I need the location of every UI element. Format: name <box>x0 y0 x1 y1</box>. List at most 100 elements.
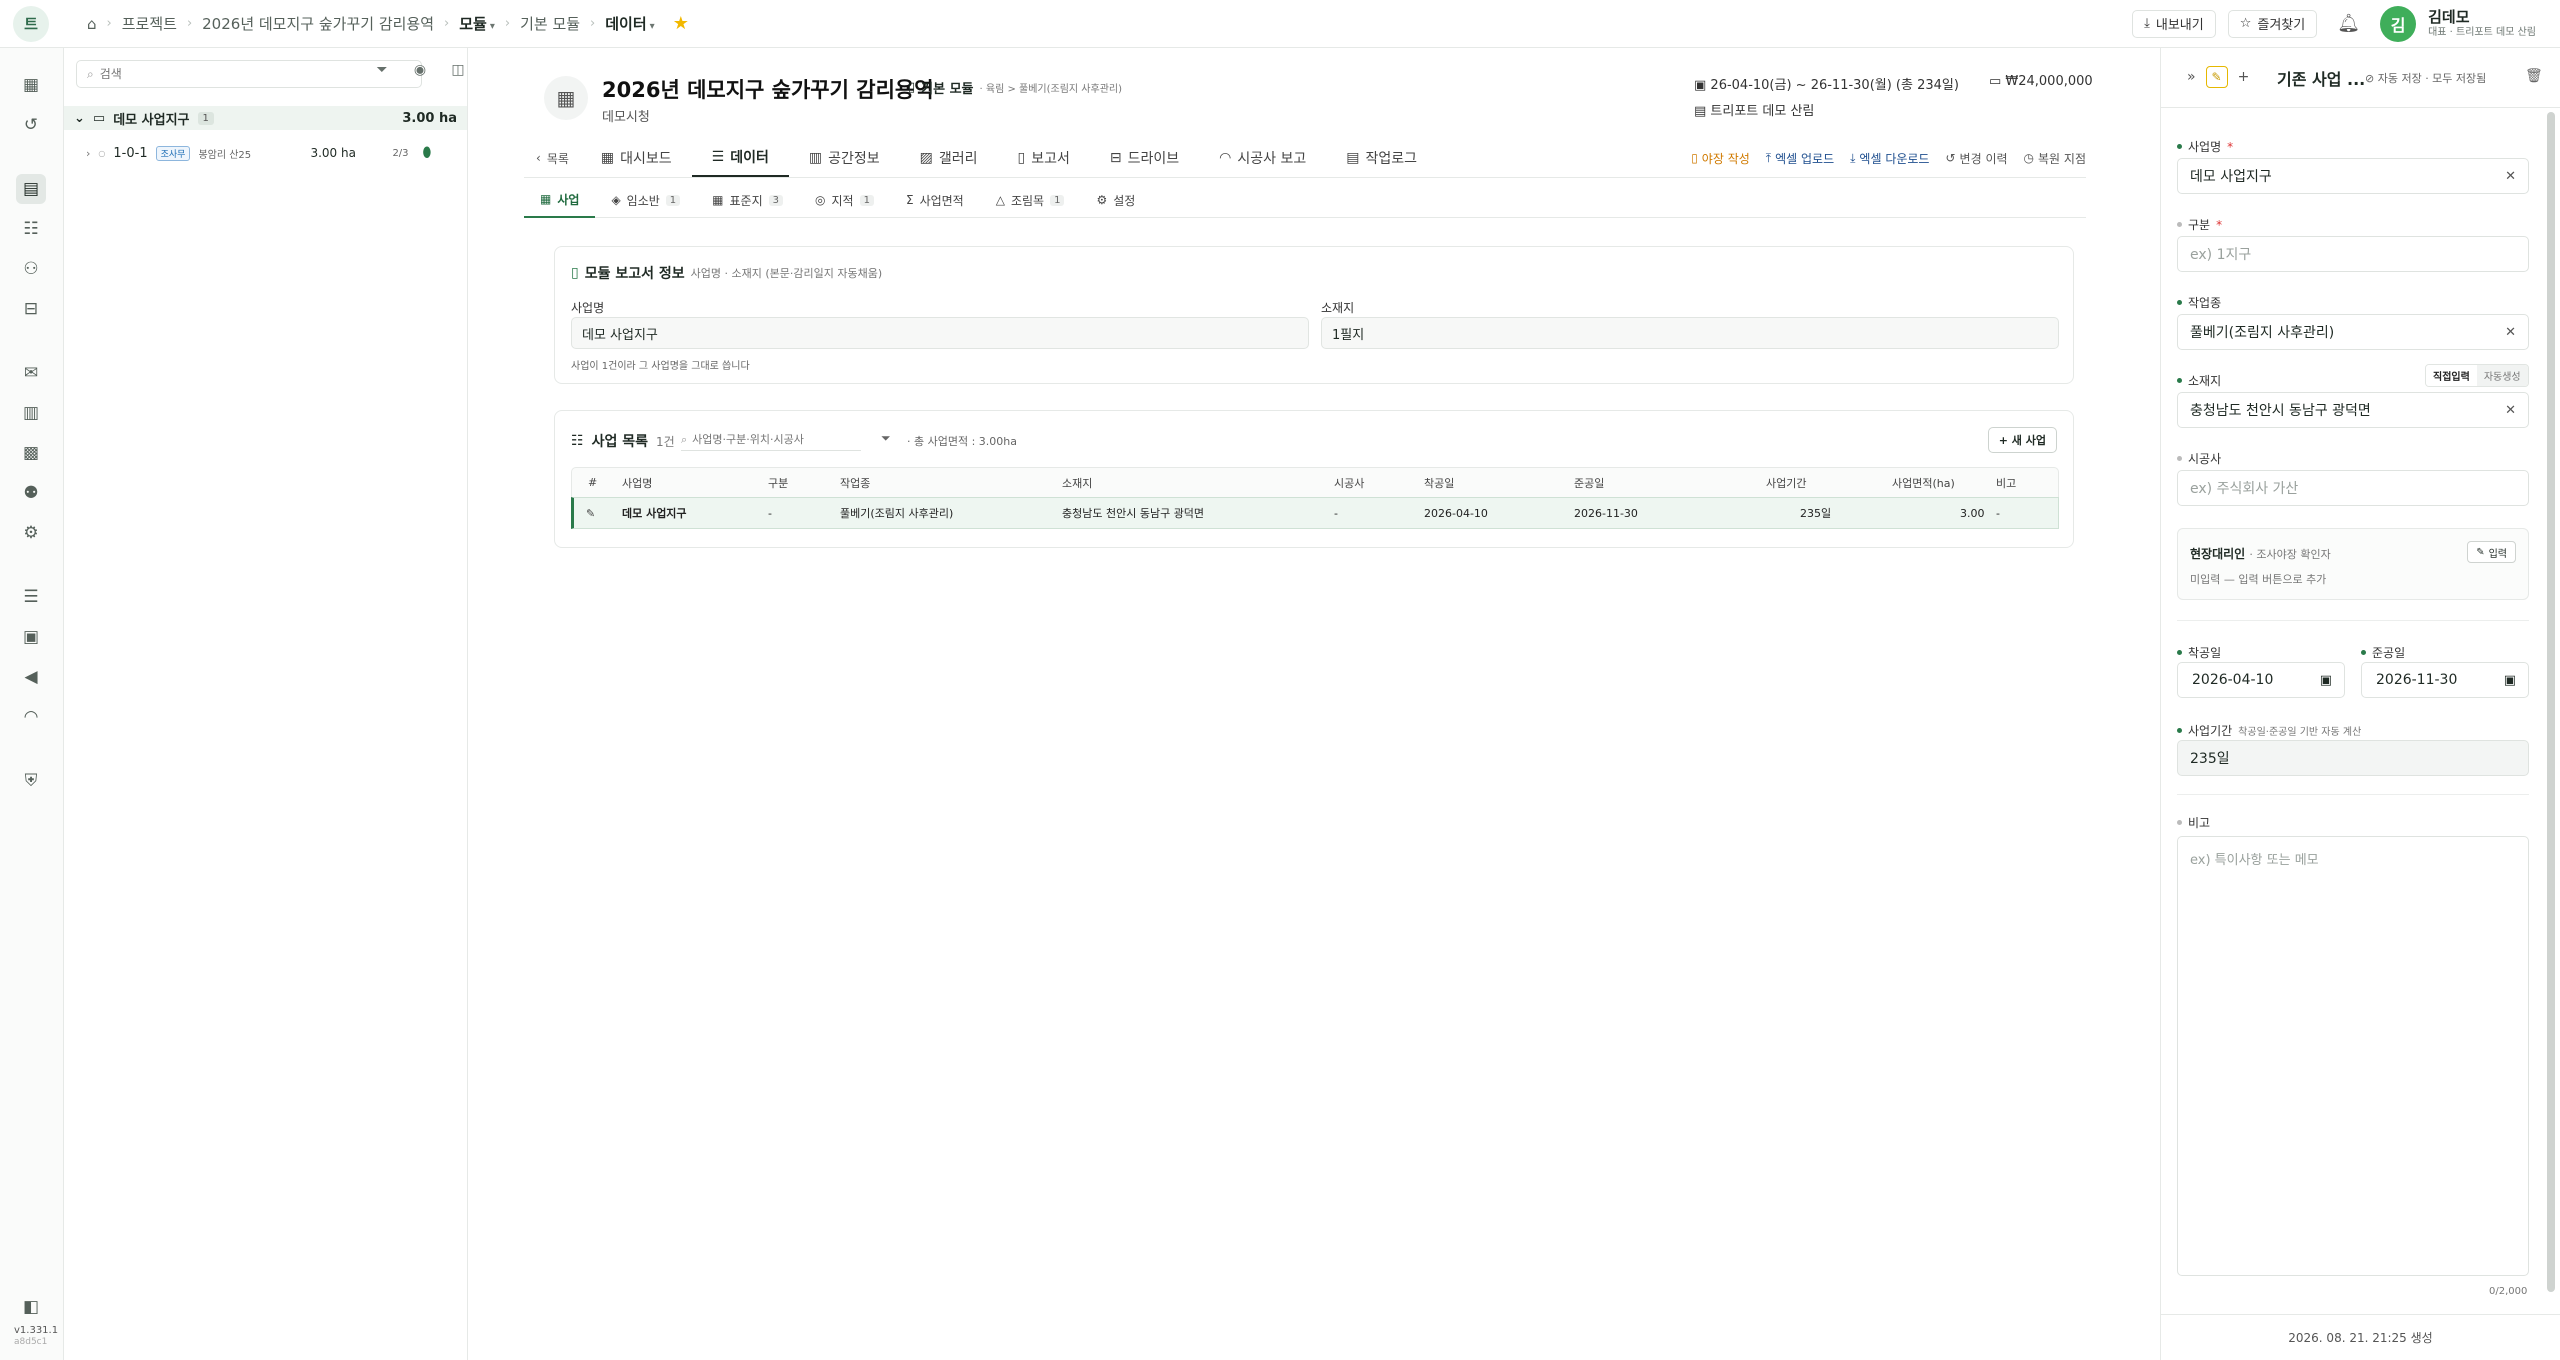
toggle-auto[interactable]: 자동생성 <box>2476 365 2528 386</box>
expand-icon[interactable]: » <box>2187 69 2196 85</box>
headset-icon[interactable]: ◠ <box>16 702 46 732</box>
contractor-input[interactable]: ex) 주식회사 가산 <box>2177 470 2529 506</box>
chevron-down-icon[interactable]: ⌄ <box>74 111 85 126</box>
col-kind[interactable]: 구분 <box>768 468 788 497</box>
report-icon: ▯ <box>1017 150 1026 166</box>
filter-icon[interactable]: ⏷ <box>370 62 394 78</box>
export-button[interactable]: ⤓ 내보내기 <box>2132 9 2216 38</box>
tab-spatial[interactable]: ▥ 공간정보 <box>789 139 900 177</box>
breadcrumb-module[interactable]: 모듈 ▾ <box>459 13 495 34</box>
breadcrumb-data[interactable]: 데이터 ▾ <box>605 13 654 34</box>
subtab-project[interactable]: ▦ 사업 <box>524 182 596 218</box>
tree-item[interactable]: › ○ 1-0-1 조사무 봉암리 산25 3.00 ha 2/3 ⬮ <box>64 142 467 164</box>
calendar-icon[interactable]: ▣ <box>2320 673 2332 688</box>
tree-search-input[interactable] <box>99 67 390 81</box>
subtab-plot[interactable]: ▦ 표준지 3 <box>696 182 799 218</box>
building-icon[interactable]: ▩ <box>16 438 46 468</box>
location-input[interactable]: 충청남도 천안시 동남구 광덕면 ✕ <box>2177 392 2529 428</box>
tab-gallery[interactable]: ▨ 갤러리 <box>900 139 998 177</box>
home-icon[interactable]: ⌂ <box>87 15 97 33</box>
chevron-right-icon[interactable]: › <box>86 147 90 160</box>
col-period[interactable]: 사업기간 <box>1766 468 1806 497</box>
subtab-trees[interactable]: △ 조림목 1 <box>980 182 1081 218</box>
new-project-button[interactable]: + 새 사업 <box>1987 427 2057 453</box>
change-history-button[interactable]: ↺ 변경 이력 <box>1945 150 2007 167</box>
people-icon[interactable]: ⚇ <box>16 254 46 284</box>
user-info[interactable]: 김데모 대표 · 트리포트 데모 산림 <box>2428 8 2536 39</box>
subtab-area[interactable]: Σ 사업면적 <box>890 182 980 218</box>
end-date-input[interactable]: 2026-11-30 ▣ <box>2361 662 2529 698</box>
tab-data[interactable]: ☰ 데이터 <box>691 139 789 177</box>
note-textarea[interactable]: ex) 특이사항 또는 메모 <box>2177 836 2529 1276</box>
col-end[interactable]: 준공일 <box>1574 468 1604 497</box>
col-work[interactable]: 작업종 <box>840 468 870 497</box>
subtab-settings[interactable]: ⚙ 설정 <box>1080 182 1151 218</box>
col-note[interactable]: 비고 <box>1996 468 2016 497</box>
plus-icon[interactable]: + <box>2238 69 2250 85</box>
back-to-list[interactable]: ‹ 목록 <box>524 139 581 177</box>
toggle-manual[interactable]: 직접입력 <box>2426 365 2477 386</box>
breadcrumb-basic-module[interactable]: 기본 모듈 <box>520 13 580 34</box>
project-list-search-input[interactable] <box>692 433 853 446</box>
calendar-icon[interactable]: ▣ <box>16 622 46 652</box>
user-name: 김데모 <box>2428 7 2470 26</box>
project-name-input[interactable]: 데모 사업지구 ✕ <box>2177 158 2529 194</box>
pencil-icon[interactable]: ✎ <box>586 498 595 528</box>
layout-icon[interactable]: ◫ <box>446 62 470 78</box>
clear-icon[interactable]: ✕ <box>2505 403 2516 418</box>
table-row[interactable]: ✎ 데모 사업지구 - 풀베기(조림지 사후관리) 충청남도 천안시 동남구 광… <box>571 497 2059 529</box>
restore-point-button[interactable]: ◷ 복원 지점 <box>2024 150 2086 167</box>
breadcrumb-projects[interactable]: 프로젝트 <box>122 13 177 34</box>
excel-upload-button[interactable]: ⤒ 엑셀 업로드 <box>1766 150 1834 167</box>
tree-group-count: 1 <box>197 111 214 125</box>
users-icon[interactable]: ⚉ <box>16 478 46 508</box>
site-agent-input-button[interactable]: ✎ 입력 <box>2467 541 2516 563</box>
shield-icon[interactable]: ⛨ <box>16 766 46 796</box>
work-input[interactable]: 풀베기(조림지 사후관리) ✕ <box>2177 314 2529 350</box>
dashboard-icon[interactable]: ▦ <box>16 70 46 100</box>
star-icon[interactable]: ★ <box>673 13 689 34</box>
filter-icon[interactable]: ⏷ <box>881 431 891 446</box>
col-contractor[interactable]: 시공사 <box>1334 468 1364 497</box>
collapse-sidebar-icon[interactable]: ◧ <box>16 1292 46 1322</box>
edit-icon[interactable]: ✎ <box>2205 66 2228 88</box>
notice-icon[interactable]: ☰ <box>16 582 46 612</box>
tab-worklog[interactable]: ▤ 작업로그 <box>1326 139 1437 177</box>
document-icon[interactable]: ▥ <box>16 398 46 428</box>
tab-drive[interactable]: ⊟ 드라이브 <box>1090 139 1199 177</box>
kind-input[interactable]: ex) 1지구 <box>2177 236 2529 272</box>
clear-icon[interactable]: ✕ <box>2505 169 2516 184</box>
bell-icon[interactable]: 🔔︎ <box>2337 13 2360 34</box>
subtab-cadastral[interactable]: ◎ 지적 1 <box>799 182 890 218</box>
history-icon[interactable]: ↺ <box>16 110 46 140</box>
subtab-compartment[interactable]: ◈ 임소반 1 <box>595 182 696 218</box>
tab-contractor-report[interactable]: ◠ 시공사 보고 <box>1199 139 1326 177</box>
project-list-search[interactable]: ⌕ <box>681 429 861 451</box>
col-name[interactable]: 사업명 <box>622 468 652 497</box>
mail-icon[interactable]: ✉ <box>16 358 46 388</box>
col-start[interactable]: 착공일 <box>1424 468 1454 497</box>
field-note-button[interactable]: ▯ 야장 작성 <box>1691 150 1750 167</box>
clipboard-icon[interactable]: ☷ <box>16 214 46 244</box>
clear-icon[interactable]: ✕ <box>2505 325 2516 340</box>
tab-report[interactable]: ▯ 보고서 <box>998 139 1090 177</box>
avatar[interactable]: 김 <box>2380 5 2417 42</box>
breadcrumb-project[interactable]: 2026년 데모지구 숲가꾸기 감리용역 <box>202 13 434 34</box>
detail-scrollbar[interactable] <box>2547 112 2555 1292</box>
calendar-icon[interactable]: ▣ <box>2504 673 2516 688</box>
user-settings-icon[interactable]: ⚙ <box>16 518 46 548</box>
drive-icon[interactable]: ⊟ <box>16 294 46 324</box>
megaphone-icon[interactable]: ◀ <box>16 662 46 692</box>
trash-icon[interactable]: 🗑︎ <box>2525 68 2543 84</box>
tree-group-row[interactable]: ⌄ ▭ 데모 사업지구 1 3.00 ha <box>64 106 467 130</box>
eye-icon[interactable]: ◉ <box>408 62 432 78</box>
project-period: ▣ 26-04-10(금) ~ 26-11-30(월) (총 234일) <box>1694 74 1959 93</box>
col-location[interactable]: 소재지 <box>1062 468 1092 497</box>
tab-dashboard[interactable]: ▦ 대시보드 <box>581 139 692 177</box>
start-date-input[interactable]: 2026-04-10 ▣ <box>2177 662 2345 698</box>
col-area[interactable]: 사업면적(ha) <box>1892 468 1955 497</box>
excel-download-button[interactable]: ⤓ 엑셀 다운로드 <box>1850 150 1929 167</box>
projects-icon[interactable]: ▤ <box>16 174 46 204</box>
favorite-button[interactable]: ☆ 즐겨찾기 <box>2227 9 2318 38</box>
workspace-logo[interactable]: 트 <box>13 5 49 42</box>
